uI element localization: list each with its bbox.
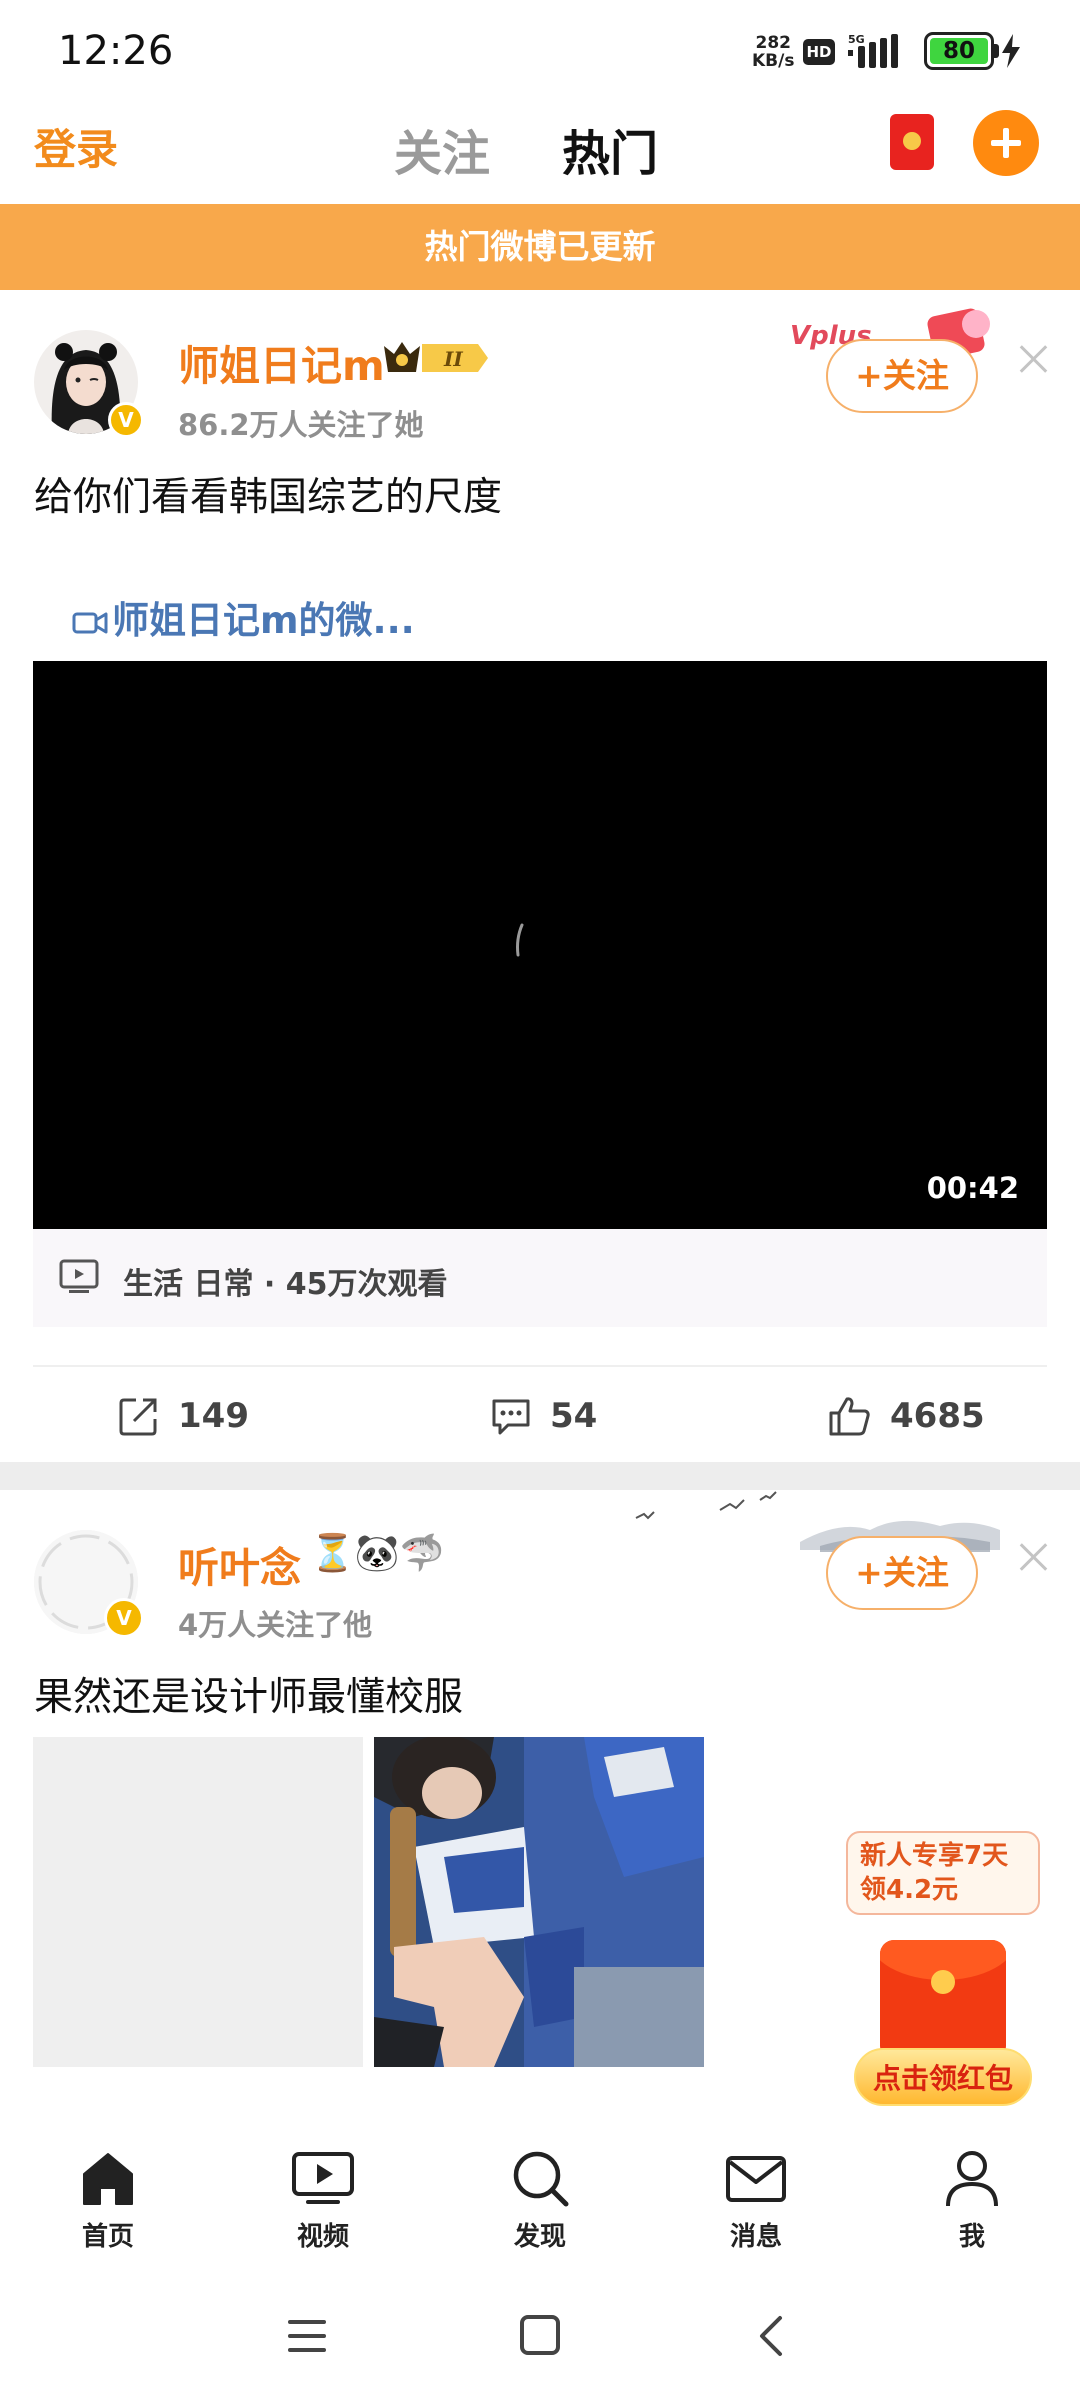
loading-spinner-icon [516, 923, 524, 957]
post-actions: 149 54 4685 [0, 1368, 1080, 1464]
network-type: 5G [848, 33, 865, 46]
network-speed-value: 282 [755, 33, 791, 53]
video-meta-text: 生活 日常 · 45万次观看 [123, 1267, 448, 1302]
status-bar: 12:26 282 KB/s HD 5G 80 [0, 0, 1080, 100]
red-envelope-icon[interactable] [890, 114, 934, 170]
video-player[interactable]: 00:42 [33, 661, 1047, 1229]
claim-red-envelope-button[interactable]: 点击领红包 [854, 2048, 1032, 2106]
video-icon [292, 2152, 354, 2204]
charging-icon [1002, 34, 1020, 68]
tab-label: 消息 [729, 2222, 782, 2252]
login-link[interactable]: 登录 [34, 116, 118, 177]
tab-video[interactable]: 视频 [263, 2148, 383, 2253]
like-count: 4685 [890, 1396, 985, 1436]
repost-button[interactable]: 149 [118, 1368, 249, 1464]
verified-badge: V [108, 402, 144, 438]
search-icon [513, 2151, 569, 2207]
system-nav-bar [0, 2278, 1080, 2400]
follow-button[interactable]: +关注 [826, 1536, 978, 1610]
tab-hot[interactable]: 热门 [562, 114, 658, 184]
signal-icon: 5G [848, 32, 908, 70]
tab-label: 首页 [81, 2222, 134, 2252]
thumbs-up-icon [829, 1397, 870, 1436]
update-banner[interactable]: 热门微博已更新 [0, 204, 1080, 290]
battery-level: 80 [930, 38, 988, 64]
tab-label: 我 [958, 2222, 985, 2252]
username[interactable]: 听叶念 [178, 1534, 301, 1594]
follow-button[interactable]: +关注 [826, 339, 978, 413]
red-envelope-icon[interactable] [880, 1940, 1006, 2060]
tv-icon [59, 1259, 99, 1293]
mail-icon [726, 2156, 786, 2202]
video-meta-bar[interactable]: 生活 日常 · 45万次观看 [33, 1229, 1047, 1327]
close-icon[interactable] [1018, 1542, 1048, 1572]
battery-tip [994, 44, 999, 58]
repost-icon [119, 1398, 157, 1436]
profile-icon [946, 2151, 998, 2207]
home-button-icon[interactable] [519, 2314, 561, 2356]
menu-icon[interactable] [286, 2316, 328, 2356]
video-duration: 00:42 [926, 1171, 1019, 1205]
network-speed-unit: KB/s [752, 51, 795, 71]
vip-level-badge-icon[interactable]: II [382, 338, 490, 378]
network-speed: 282 KB/s [752, 34, 794, 70]
follower-count: 4万人关注了他 [178, 1608, 373, 1642]
promo-line-2: 领4.2元 [860, 1875, 959, 1905]
post-text[interactable]: 给你们看看韩国综艺的尺度 [34, 466, 502, 522]
back-icon[interactable] [756, 2314, 786, 2358]
video-camera-icon [72, 612, 108, 634]
promo-bubble[interactable]: 新人专享7天 领4.2元 [846, 1831, 1040, 1915]
repost-count: 149 [178, 1396, 249, 1436]
tab-home[interactable]: 首页 [48, 2148, 168, 2253]
tab-follow[interactable]: 关注 [394, 114, 490, 184]
tab-me[interactable]: 我 [912, 2148, 1032, 2253]
comment-count: 54 [550, 1396, 598, 1436]
video-link[interactable]: 师姐日记m的微... [72, 590, 415, 644]
battery-icon: 80 [924, 32, 994, 70]
comment-button[interactable]: 54 [490, 1368, 597, 1464]
section-divider [0, 1462, 1080, 1490]
top-nav: 登录 关注 热门 [0, 100, 1080, 204]
tab-label: 视频 [296, 2222, 349, 2252]
add-post-button[interactable] [973, 110, 1039, 176]
tab-discover[interactable]: 发现 [480, 2148, 600, 2253]
comment-icon [492, 1399, 530, 1435]
vip-level-text: II [443, 347, 463, 371]
divider [33, 1365, 1047, 1367]
bottom-tab-bar: 首页 视频 发现 消息 我 [0, 2118, 1080, 2278]
like-button[interactable]: 4685 [828, 1368, 985, 1464]
tab-messages[interactable]: 消息 [696, 2148, 816, 2253]
post-text[interactable]: 果然还是设计师最懂校服 [34, 1666, 463, 1722]
username-emojis: ⏳🐼🦈 [310, 1533, 445, 1574]
home-icon [83, 2153, 133, 2205]
follower-count: 86.2万人关注了她 [178, 408, 424, 442]
video-link-text: 师姐日记m的微... [112, 599, 415, 642]
verified-badge: V [104, 1598, 144, 1638]
post-image[interactable] [33, 1737, 363, 2067]
username[interactable]: 师姐日记m [178, 332, 385, 392]
promo-line-1: 新人专享7天 [860, 1841, 1009, 1871]
clock: 12:26 [58, 28, 174, 74]
close-icon[interactable] [1018, 344, 1048, 374]
post-image[interactable] [374, 1737, 704, 2067]
hd-badge: HD [803, 39, 835, 65]
tab-label: 发现 [513, 2222, 566, 2252]
